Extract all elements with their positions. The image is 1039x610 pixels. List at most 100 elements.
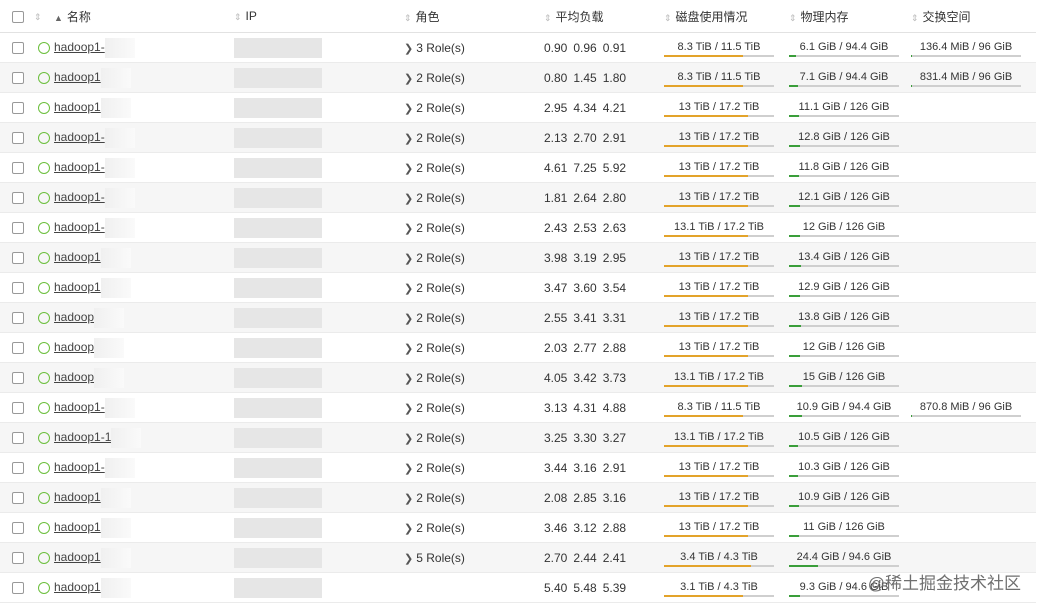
host-name-link[interactable]: hadoop1: [54, 250, 101, 264]
ip-header[interactable]: ⇕ IP: [234, 0, 404, 33]
roles-toggle[interactable]: ❯ 3 Role(s): [404, 41, 465, 55]
table-row[interactable]: hadoop1 ❯ 2 Role(s) 2.95 4.34 4.21 13 TiB / 17…: [0, 92, 1036, 123]
row-select-cell[interactable]: [0, 242, 34, 273]
table-row[interactable]: hadoop1- ❯ 2 Role(s) 4.61 7.25 5.92 13 TiB / 1…: [0, 152, 1036, 183]
sort-icon[interactable]: ⇕: [789, 13, 797, 23]
table-row[interactable]: hadoop1 ❯ 2 Role(s) 3.46 3.12 2.88 13 TiB / 17…: [0, 512, 1036, 543]
host-name-link[interactable]: hadoop1: [54, 550, 101, 564]
row-checkbox[interactable]: [12, 282, 24, 295]
host-name-link[interactable]: hadoop1: [54, 100, 101, 114]
roles-toggle[interactable]: ❯ 2 Role(s): [404, 101, 465, 115]
table-row[interactable]: hadoop1- ❯ 2 Role(s) 2.13 2.70 2.91 13 TiB / 1…: [0, 122, 1036, 153]
host-name-link[interactable]: hadoop1-: [54, 220, 105, 234]
roles-toggle[interactable]: ❯ 2 Role(s): [404, 401, 465, 415]
row-select-cell[interactable]: [0, 62, 34, 93]
table-row[interactable]: hadoop ❯ 2 Role(s) 2.55 3.41 3.31 13 TiB / 17.…: [0, 302, 1036, 333]
host-name-link[interactable]: hadoop1-: [54, 460, 105, 474]
table-row[interactable]: hadoop1 ❯ 2 Role(s) 3.47 3.60 3.54 13 TiB / 17…: [0, 272, 1036, 303]
row-checkbox[interactable]: [12, 372, 24, 385]
row-select-cell[interactable]: [0, 302, 34, 333]
table-row[interactable]: hadoop ❯ 2 Role(s) 4.05 3.42 3.73 13.1 TiB / 1…: [0, 362, 1036, 393]
role-header[interactable]: ⇕ 角色: [404, 0, 544, 33]
row-select-cell[interactable]: [0, 92, 34, 123]
swap-header[interactable]: ⇕ 交换空间: [911, 0, 1036, 33]
table-row[interactable]: hadoop1 ❯ 2 Role(s) 3.98 3.19 2.95 13 TiB / 17…: [0, 242, 1036, 273]
table-row[interactable]: hadoop1- ❯ 2 Role(s) 2.43 2.53 2.63 13.1 TiB /…: [0, 212, 1036, 243]
table-row[interactable]: hadoop1- ❯ 2 Role(s) 3.44 3.16 2.91 13 TiB / 1…: [0, 452, 1036, 483]
roles-toggle[interactable]: ❯ 2 Role(s): [404, 491, 465, 505]
host-name-link[interactable]: hadoop: [54, 310, 94, 324]
sort-icon[interactable]: ⇕: [404, 13, 412, 23]
row-select-cell[interactable]: [0, 422, 34, 453]
table-row[interactable]: hadoop1 ❯ 5 Role(s) 2.70 2.44 2.41 3.4 TiB / 4…: [0, 542, 1036, 573]
row-select-cell[interactable]: [0, 362, 34, 393]
load-header[interactable]: ⇕ 平均负载: [544, 0, 664, 33]
roles-toggle[interactable]: ❯ 2 Role(s): [404, 161, 465, 175]
row-select-cell[interactable]: [0, 452, 34, 483]
roles-toggle[interactable]: ❯ 2 Role(s): [404, 311, 465, 325]
row-select-cell[interactable]: [0, 152, 34, 183]
row-select-cell[interactable]: [0, 482, 34, 513]
roles-toggle[interactable]: ❯ 2 Role(s): [404, 431, 465, 445]
row-checkbox[interactable]: [12, 222, 24, 235]
roles-toggle[interactable]: ❯ 2 Role(s): [404, 131, 465, 145]
row-checkbox[interactable]: [12, 72, 24, 85]
roles-toggle[interactable]: ❯ 2 Role(s): [404, 191, 465, 205]
row-select-cell[interactable]: [0, 212, 34, 243]
row-checkbox[interactable]: [12, 252, 24, 265]
host-name-link[interactable]: hadoop1-: [54, 130, 105, 144]
roles-toggle[interactable]: ❯ 2 Role(s): [404, 461, 465, 475]
roles-toggle[interactable]: ❯ 2 Role(s): [404, 251, 465, 265]
row-select-cell[interactable]: [0, 272, 34, 303]
roles-toggle[interactable]: ❯ 5 Role(s): [404, 551, 465, 565]
table-row[interactable]: hadoop1- ❯ 2 Role(s) 3.13 4.31 4.88 8.3 TiB / …: [0, 392, 1036, 423]
sort-icon[interactable]: ⇕: [664, 13, 672, 23]
row-select-cell[interactable]: [0, 572, 34, 603]
table-row[interactable]: hadoop ❯ 2 Role(s) 2.03 2.77 2.88 13 TiB / 17.…: [0, 332, 1036, 363]
row-checkbox[interactable]: [12, 162, 24, 175]
sort-icon[interactable]: ⇕: [34, 12, 42, 22]
table-row[interactable]: hadoop1 ❯ 2 Role(s) 0.80 1.45 1.80 8.3 TiB / 1…: [0, 62, 1036, 93]
row-checkbox[interactable]: [12, 42, 24, 55]
row-checkbox[interactable]: [12, 492, 24, 505]
select-all-checkbox[interactable]: [12, 10, 24, 23]
row-checkbox[interactable]: [12, 132, 24, 145]
host-name-link[interactable]: hadoop1-: [54, 400, 105, 414]
host-name-link[interactable]: hadoop1-: [54, 190, 105, 204]
sort-icon[interactable]: ⇕: [234, 12, 242, 22]
host-name-link[interactable]: hadoop1-: [54, 160, 105, 174]
row-select-cell[interactable]: [0, 182, 34, 213]
sort-icon[interactable]: ⇕: [544, 13, 552, 23]
row-checkbox[interactable]: [12, 582, 24, 595]
roles-toggle[interactable]: ❯ 2 Role(s): [404, 221, 465, 235]
row-select-cell[interactable]: [0, 542, 34, 573]
host-name-link[interactable]: hadoop: [54, 370, 94, 384]
sort-icon[interactable]: ⇕: [911, 13, 919, 23]
host-name-link[interactable]: hadoop1: [54, 520, 101, 534]
roles-toggle[interactable]: ❯ 2 Role(s): [404, 71, 465, 85]
row-select-cell[interactable]: [0, 32, 34, 63]
row-checkbox[interactable]: [12, 102, 24, 115]
host-name-link[interactable]: hadoop1: [54, 280, 101, 294]
row-select-cell[interactable]: [0, 392, 34, 423]
host-name-link[interactable]: hadoop1: [54, 70, 101, 84]
host-name-link[interactable]: hadoop1: [54, 580, 101, 594]
roles-toggle[interactable]: ❯ 2 Role(s): [404, 371, 465, 385]
sort-asc-icon[interactable]: ▲: [54, 13, 63, 23]
host-name-link[interactable]: hadoop: [54, 340, 94, 354]
table-row[interactable]: hadoop1-1 ❯ 2 Role(s) 3.25 3.30 3.27 13.1 TiB …: [0, 422, 1036, 453]
host-name-link[interactable]: hadoop1: [54, 490, 101, 504]
row-checkbox[interactable]: [12, 192, 24, 205]
row-checkbox[interactable]: [12, 342, 24, 355]
disk-header[interactable]: ⇕ 磁盘使用情况: [664, 0, 789, 33]
roles-toggle[interactable]: ❯ 2 Role(s): [404, 521, 465, 535]
row-checkbox[interactable]: [12, 402, 24, 415]
row-checkbox[interactable]: [12, 312, 24, 325]
roles-toggle[interactable]: ❯ 2 Role(s): [404, 281, 465, 295]
row-select-cell[interactable]: [0, 332, 34, 363]
row-select-cell[interactable]: [0, 122, 34, 153]
host-name-link[interactable]: hadoop1-1: [54, 430, 111, 444]
row-checkbox[interactable]: [12, 432, 24, 445]
status-header[interactable]: ⇕: [34, 0, 54, 33]
mem-header[interactable]: ⇕ 物理内存: [789, 0, 911, 33]
